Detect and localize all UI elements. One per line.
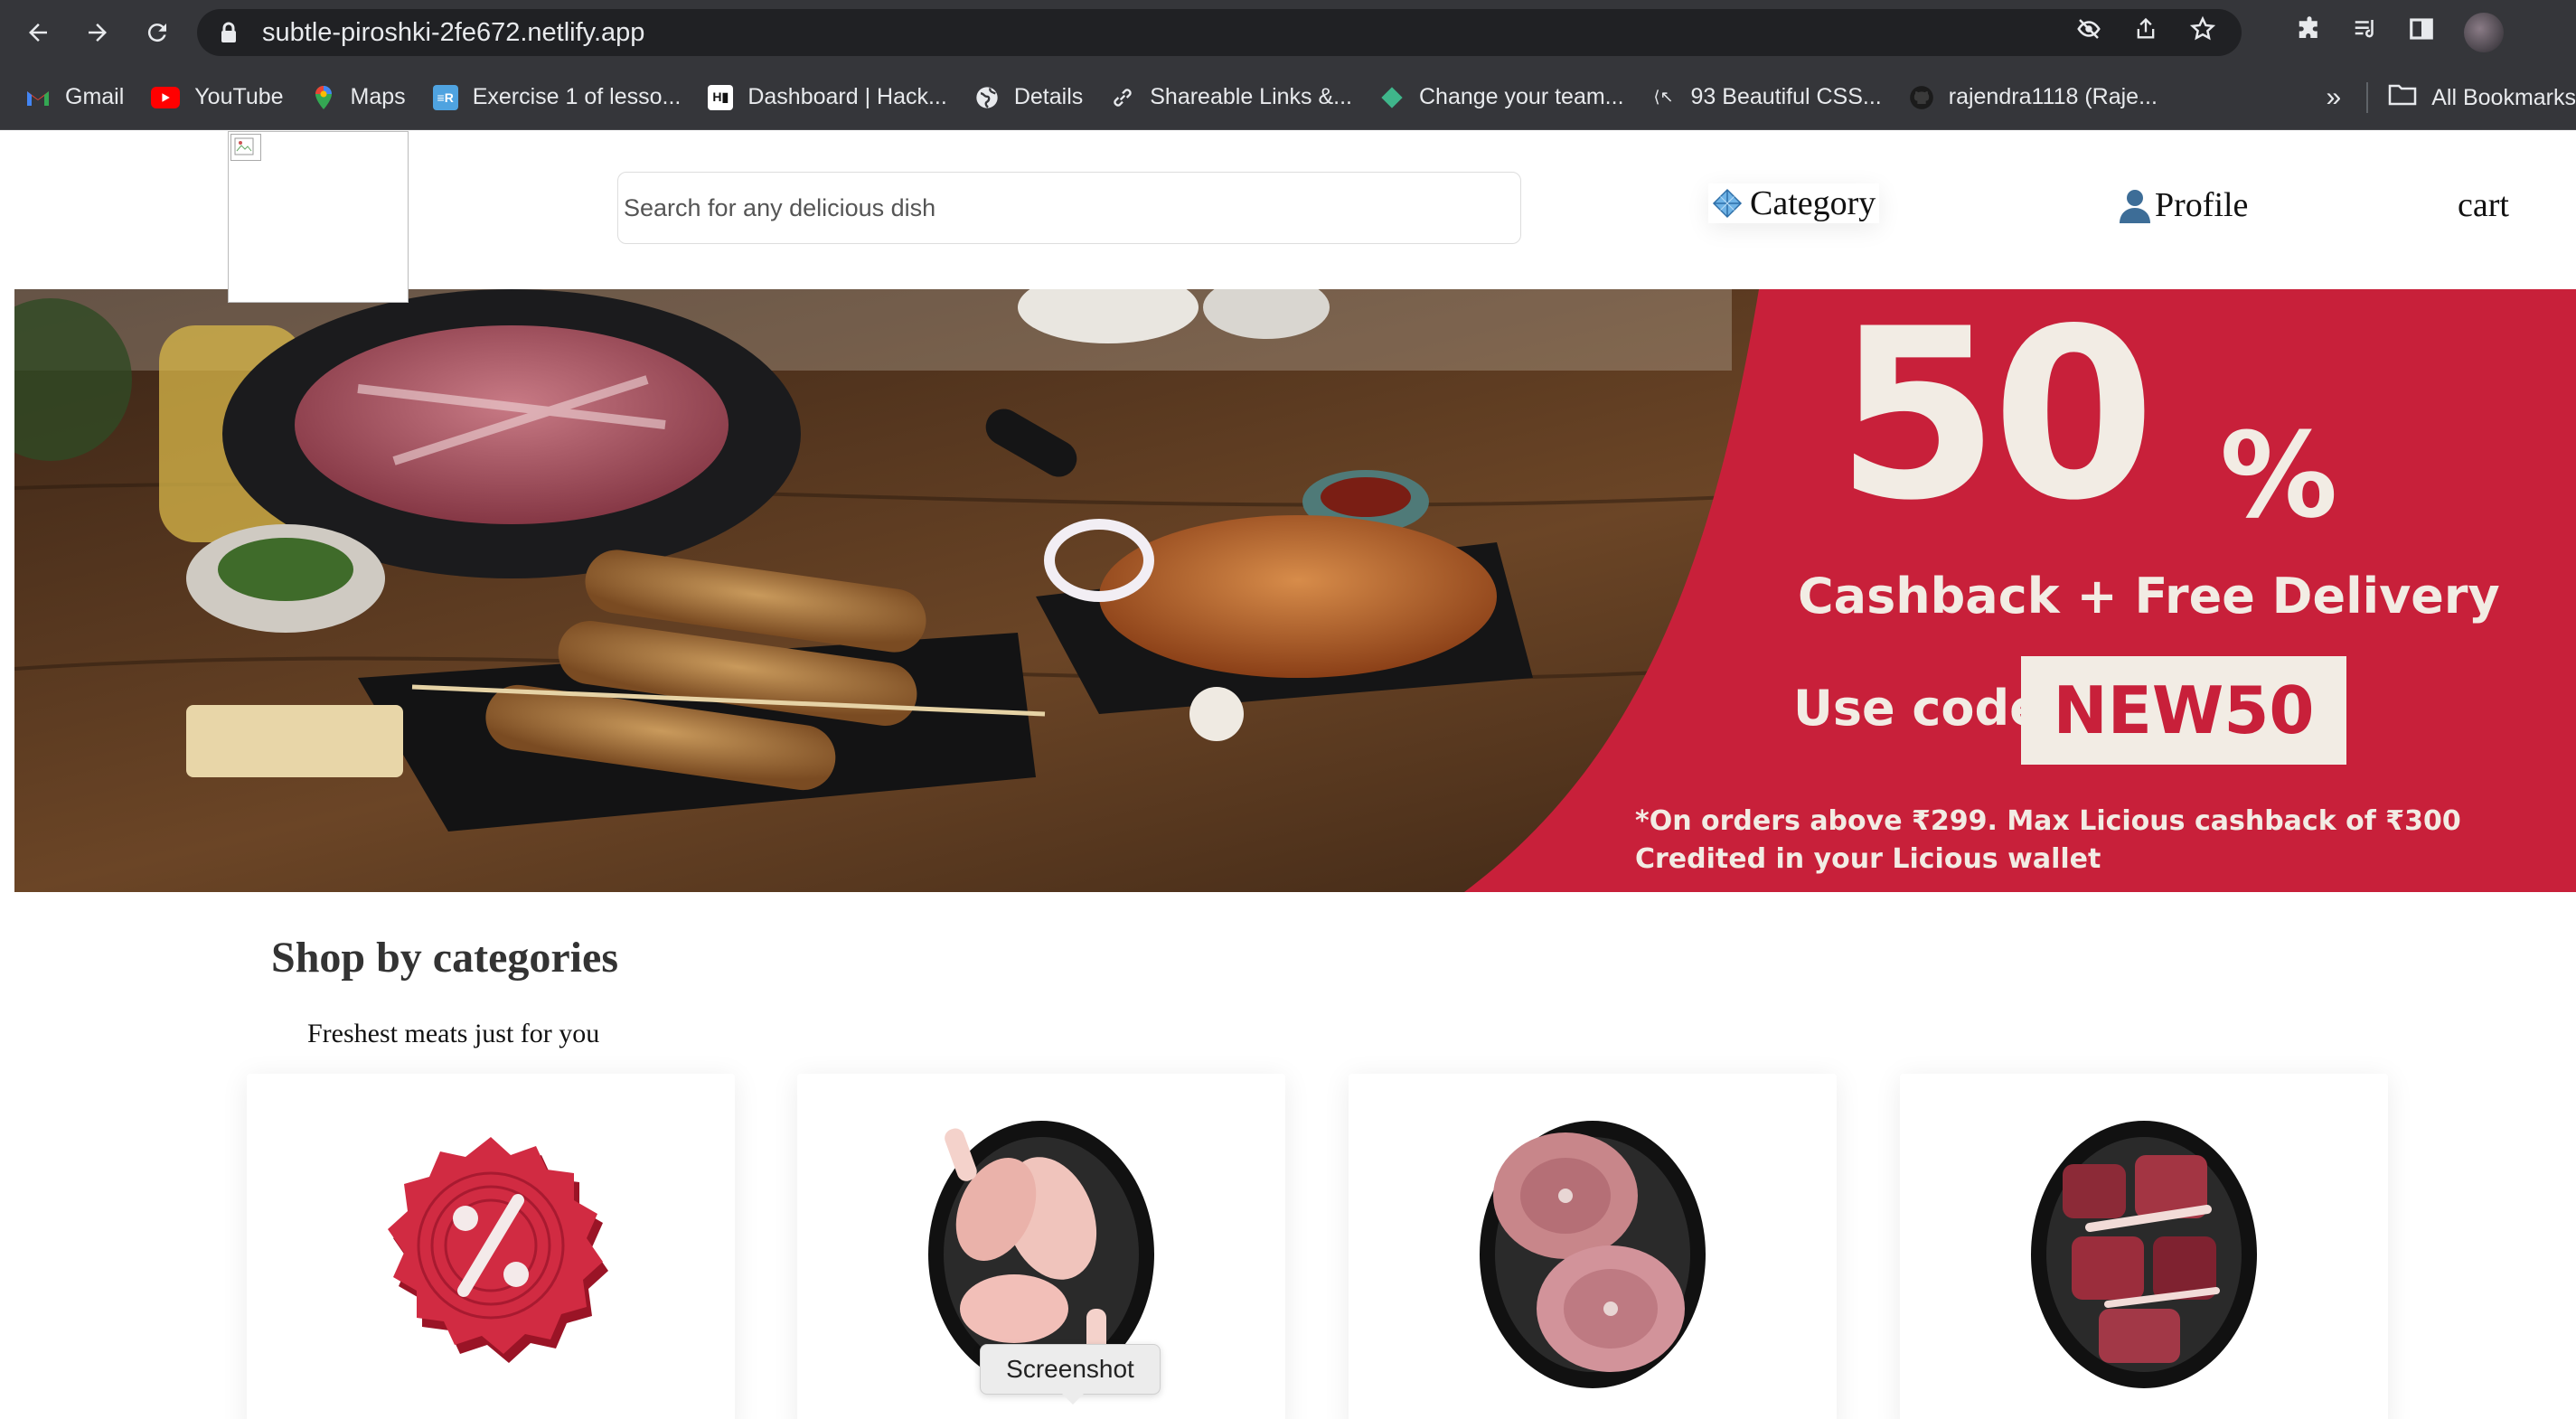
category-link[interactable]: Category (1708, 183, 1879, 223)
bookmarks-divider (2366, 82, 2369, 113)
promo-percent: % (2220, 407, 2338, 544)
search-input[interactable] (617, 172, 1521, 244)
promo-code: NEW50 (2021, 656, 2346, 765)
promo-big-number: 50 (1836, 289, 2156, 552)
offers-icon (388, 1137, 608, 1363)
bookmark-label: Dashboard | Hack... (747, 84, 947, 109)
profile-link[interactable]: Profile (2117, 185, 2248, 225)
bookmark-exercise[interactable]: ≡R Exercise 1 of lesso... (432, 84, 682, 110)
css-icon: ⟨↖ (1653, 88, 1674, 106)
maps-icon (311, 85, 336, 110)
bookmark-label: Shareable Links &... (1150, 84, 1352, 109)
bookmark-label: Change your team... (1419, 84, 1624, 109)
categories-subtitle: Freshest meats just for you (307, 1019, 600, 1048)
site-header: Category Profile cart (14, 131, 2576, 303)
share-icon[interactable] (2133, 15, 2158, 50)
media-controls-icon[interactable] (2352, 15, 2379, 50)
promo-use-code: Use code (1793, 680, 2043, 737)
profile-icon (2120, 190, 2150, 223)
star-icon[interactable] (2189, 15, 2216, 50)
bookmark-github[interactable]: rajendra1118 (Raje... (1909, 84, 2158, 110)
bookmark-shareable-links[interactable]: Shareable Links &... (1110, 84, 1352, 110)
cart-link[interactable]: cart (2458, 185, 2509, 225)
bookmark-change-team[interactable]: Change your team... (1379, 84, 1624, 110)
github-icon (1909, 85, 1934, 110)
forward-icon[interactable] (78, 13, 118, 52)
bookmark-maps[interactable]: Maps (311, 84, 406, 110)
screenshot-tooltip: Screenshot (980, 1344, 1161, 1405)
fish-image (1480, 1121, 1706, 1388)
fine-print-line-2: Credited in your Licious wallet (1635, 843, 2101, 875)
broken-image-icon (230, 134, 261, 161)
bookmarks-bar: Gmail YouTube Maps ≡R Exercise 1 of less… (0, 65, 2576, 130)
bookmark-label: Details (1013, 84, 1084, 109)
profile-avatar-icon[interactable] (2464, 13, 2504, 52)
extensions-icon[interactable] (2296, 15, 2323, 50)
link-icon (1110, 85, 1135, 110)
back-icon[interactable] (18, 13, 58, 52)
youtube-icon (151, 86, 181, 108)
categories-title: Shop by categories (271, 934, 618, 982)
profile-label: Profile (2155, 186, 2249, 224)
diamond-icon (1379, 85, 1405, 110)
bookmark-label: Exercise 1 of lesso... (472, 84, 682, 109)
bookmark-label: rajendra1118 (Raje... (1948, 84, 2158, 109)
bookmark-youtube[interactable]: YouTube (151, 84, 284, 110)
category-icon (1712, 188, 1743, 219)
bookmark-dashboard[interactable]: H▮ Dashboard | Hack... (708, 84, 947, 110)
bookmark-label: Maps (350, 84, 406, 109)
category-card-offers[interactable] (247, 1074, 735, 1419)
bookmark-details[interactable]: Details (974, 84, 1083, 110)
browser-toolbar: subtle-piroshki-2fe672.netlify.app (0, 0, 2576, 65)
bookmark-label: 93 Beautiful CSS... (1690, 84, 1882, 109)
bookmark-css[interactable]: ⟨↖ 93 Beautiful CSS... (1651, 84, 1882, 110)
category-card-mutton[interactable] (1900, 1074, 2388, 1419)
exercise-icon: ≡R (432, 84, 458, 110)
category-card-fish[interactable] (1349, 1074, 1837, 1419)
promo-offer: Cashback + Free Delivery (1798, 568, 2500, 625)
reload-icon[interactable] (137, 13, 177, 52)
all-bookmarks-button[interactable]: All Bookmarks (2431, 85, 2576, 111)
fine-print-line-1: *On orders above ₹299. Max Licious cashb… (1635, 805, 2461, 837)
url-text[interactable]: subtle-piroshki-2fe672.netlify.app (262, 18, 644, 48)
promo-fine-print: *On orders above ₹299. Max Licious cashb… (1635, 803, 2461, 879)
web-page: Category Profile cart (14, 131, 2576, 1419)
promo-banner[interactable]: 50 % Cashback + Free Delivery Use code N… (14, 289, 2576, 892)
address-bar[interactable]: subtle-piroshki-2fe672.netlify.app (197, 9, 2242, 56)
lock-icon[interactable] (219, 21, 239, 44)
bookmark-gmail[interactable]: Gmail (25, 84, 124, 110)
folder-icon (2388, 83, 2417, 113)
globe-icon (974, 85, 1000, 110)
more-bookmarks-button[interactable]: » (2327, 82, 2342, 113)
site-logo[interactable] (228, 131, 409, 303)
gmail-icon (25, 85, 51, 110)
hackerrank-icon: H▮ (708, 84, 734, 110)
bookmark-label: YouTube (194, 84, 284, 109)
bookmark-label: Gmail (65, 84, 125, 109)
side-panel-icon[interactable] (2408, 15, 2435, 50)
mutton-image (2031, 1121, 2257, 1388)
category-label: Category (1750, 184, 1876, 222)
eye-off-icon[interactable] (2075, 15, 2102, 50)
